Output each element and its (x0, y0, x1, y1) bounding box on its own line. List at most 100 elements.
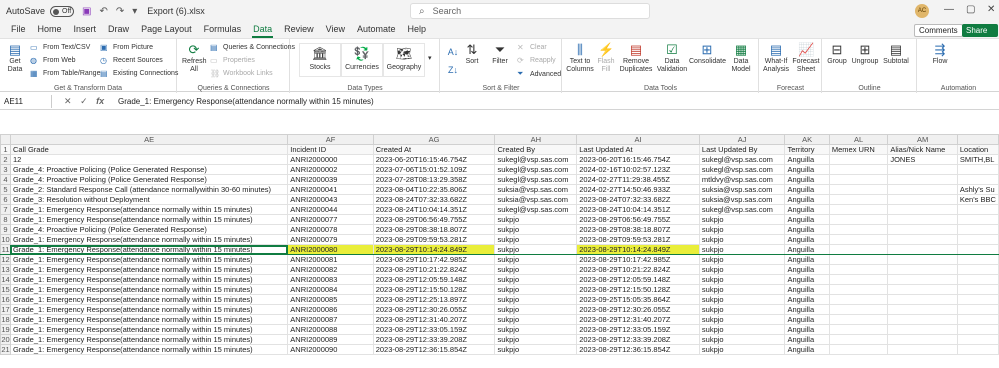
cell[interactable]: sukpjo (494, 304, 578, 315)
advanced-button[interactable]: ⏷ Advanced (517, 69, 561, 79)
cell[interactable]: 2023-08-24T07:32:33.682Z (576, 194, 700, 205)
cell[interactable] (887, 204, 958, 215)
column-header[interactable]: AK (784, 134, 830, 145)
cell[interactable]: 2023-08-29T10:17:42.985Z (576, 254, 700, 265)
cell[interactable] (956, 224, 999, 235)
cell[interactable]: Anguilla (784, 304, 830, 315)
queries-connections-button[interactable]: ▤ Queries & Connections (210, 43, 295, 52)
cell[interactable]: sukpjo (698, 274, 786, 285)
cell[interactable] (828, 294, 889, 305)
row-header[interactable]: 1 (0, 144, 11, 155)
cancel-icon[interactable]: ✕ (64, 96, 72, 106)
cell[interactable]: Ashly's Su (956, 184, 999, 195)
tab-help[interactable]: Help (407, 22, 428, 38)
cell[interactable] (828, 254, 889, 265)
row-header[interactable]: 8 (0, 214, 11, 225)
row-header[interactable]: 7 (0, 204, 11, 215)
cell[interactable] (887, 284, 958, 295)
cell[interactable]: sukpjo (494, 244, 578, 255)
cell[interactable]: 2023-08-29T08:38:18.807Z (372, 224, 496, 235)
cell[interactable] (887, 244, 958, 255)
cell[interactable]: Anguilla (784, 184, 830, 195)
cell[interactable] (887, 194, 958, 205)
cell[interactable]: ANRI2000043 (287, 194, 374, 205)
filter-button[interactable]: ⏷ Filter (489, 43, 511, 66)
cell[interactable]: Grade_1: Emergency Response(attendance n… (9, 274, 289, 285)
cell[interactable] (956, 284, 999, 295)
cell[interactable]: sukpjo (494, 214, 578, 225)
cell[interactable]: ANRI2000087 (287, 314, 374, 325)
cell[interactable]: ANRI2000088 (287, 324, 374, 335)
geography-button[interactable]: 🗺 Geography (383, 43, 425, 77)
cell[interactable]: Incident ID (287, 144, 374, 155)
properties-button[interactable]: ▭ Properties (210, 56, 255, 65)
cell[interactable] (887, 234, 958, 245)
cell[interactable]: sukpjo (494, 314, 578, 325)
cell[interactable]: ANRI2000078 (287, 224, 374, 235)
cell[interactable]: ANRI2000080 (287, 244, 374, 255)
cell[interactable]: Anguilla (784, 254, 830, 265)
cell[interactable] (956, 344, 999, 355)
cell[interactable]: ANRI2000000 (287, 154, 374, 165)
cell[interactable] (956, 214, 999, 225)
sort-az-button[interactable]: A↓ (445, 45, 459, 60)
cell[interactable]: ANRI2000085 (287, 294, 374, 305)
cell[interactable]: Memex URN (828, 144, 889, 155)
cell[interactable] (828, 184, 889, 195)
from-web-button[interactable]: ◍ From Web (30, 56, 76, 65)
cell[interactable]: 2023-08-04T10:22:35.806Z (372, 184, 496, 195)
cell[interactable]: Territory (784, 144, 830, 155)
cell[interactable]: 2023-08-29T12:33:39.208Z (372, 334, 496, 345)
cell[interactable]: Grade_3: Resolution without Deployment (9, 194, 289, 205)
cell[interactable]: sukpjo (698, 224, 786, 235)
cell[interactable] (828, 224, 889, 235)
cell[interactable] (956, 244, 999, 255)
tab-file[interactable]: File (10, 22, 27, 38)
cell[interactable]: Anguilla (784, 314, 830, 325)
cell[interactable]: Grade_1: Emergency Response(attendance n… (9, 284, 289, 295)
cell[interactable]: sukpjo (494, 264, 578, 275)
cell[interactable]: 2023-08-29T09:59:53.281Z (372, 234, 496, 245)
cell[interactable]: SMITH,BL (956, 154, 999, 165)
cell[interactable]: 2023-08-29T10:14:24.849Z (576, 244, 700, 255)
cell[interactable] (956, 254, 999, 265)
cell[interactable] (828, 284, 889, 295)
cell[interactable]: 2023-08-29T10:17:42.985Z (372, 254, 496, 265)
cell[interactable]: ANRI2000039 (287, 174, 374, 185)
cell[interactable]: Anguilla (784, 244, 830, 255)
fx-icon[interactable]: fx (96, 96, 104, 106)
cell[interactable]: 2023-08-29T12:30:26.055Z (576, 304, 700, 315)
cell[interactable] (828, 244, 889, 255)
cell[interactable]: 2023-08-29T12:33:05.159Z (372, 324, 496, 335)
cell[interactable]: Grade_1: Emergency Response(attendance n… (9, 304, 289, 315)
undo-icon[interactable]: ↶ (99, 6, 107, 17)
cell[interactable]: Anguilla (784, 284, 830, 295)
cell[interactable]: Grade_1: Emergency Response(attendance n… (9, 314, 289, 325)
column-header[interactable]: AF (287, 134, 374, 145)
cell[interactable]: suksia@vsp.sas.com (494, 194, 578, 205)
cell[interactable]: Created At (372, 144, 496, 155)
sort-za-button[interactable]: Z↓ (445, 63, 459, 78)
cell[interactable]: ANRI2000002 (287, 164, 374, 175)
cell[interactable] (887, 214, 958, 225)
share-button[interactable]: Share (962, 24, 998, 37)
cell[interactable] (828, 194, 889, 205)
row-header[interactable]: 11 (0, 244, 11, 255)
cell[interactable]: 2024-02-16T10:02:57.123Z (576, 164, 700, 175)
cell[interactable] (828, 174, 889, 185)
cell[interactable] (828, 204, 889, 215)
cell[interactable]: sukegl@vsp.sas.com (494, 204, 578, 215)
cell[interactable]: 2023-08-29T06:56:49.755Z (372, 214, 496, 225)
data-validation-button[interactable]: ☑ Data Validation (655, 43, 689, 74)
from-picture-button[interactable]: ▣ From Picture (100, 43, 153, 52)
subtotal-button[interactable]: ▤ Subtotal (881, 43, 911, 66)
cell[interactable]: Grade_2: Standard Response Call (attenda… (9, 184, 289, 195)
row-header[interactable]: 14 (0, 274, 11, 285)
cell[interactable]: 2023-08-24T10:04:14.351Z (576, 204, 700, 215)
close-icon[interactable]: ✕ (987, 4, 995, 15)
cell[interactable]: sukpjo (698, 214, 786, 225)
cell[interactable]: Anguilla (784, 154, 830, 165)
cell[interactable]: Grade_1: Emergency Response(attendance n… (9, 244, 289, 255)
cell[interactable]: 2023-08-29T12:05:59.148Z (576, 274, 700, 285)
cell[interactable]: sukegl@vsp.sas.com (698, 154, 786, 165)
